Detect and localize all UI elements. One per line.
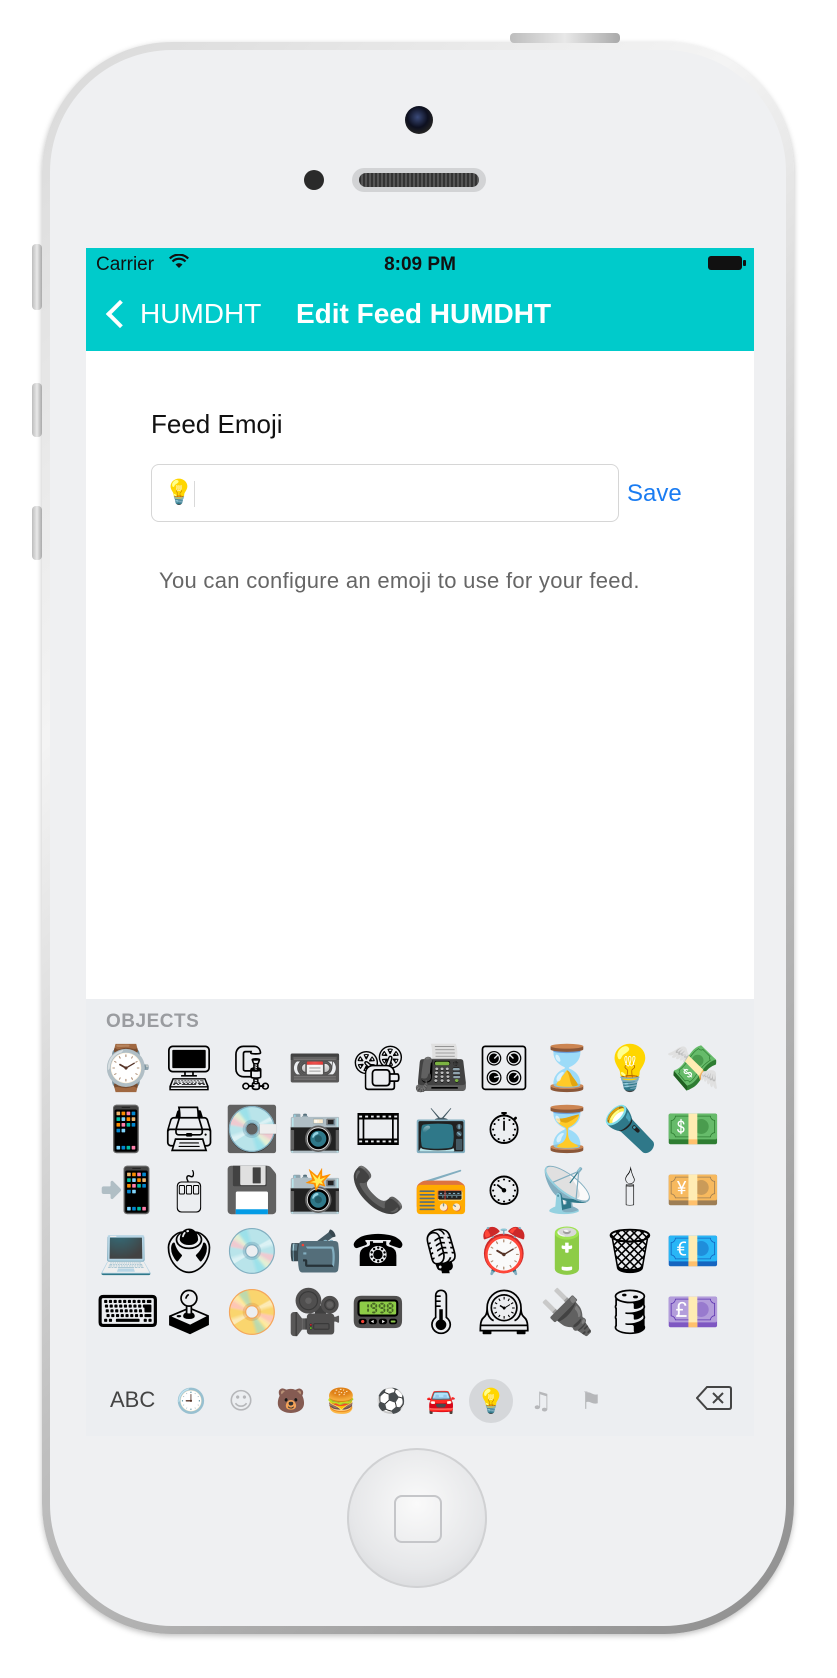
- battery-icon: [708, 256, 746, 270]
- emoji-key[interactable]: 📺: [411, 1100, 471, 1160]
- text-caret: [194, 481, 195, 507]
- emoji-key[interactable]: 🌡: [411, 1283, 471, 1343]
- chevron-left-icon: [105, 299, 135, 329]
- emoji-key[interactable]: 🔋: [537, 1222, 597, 1282]
- emoji-key[interactable]: 💴: [663, 1161, 723, 1221]
- emoji-field[interactable]: 💡: [151, 464, 619, 522]
- animals-icon[interactable]: 🐻: [269, 1379, 313, 1423]
- emoji-key[interactable]: 💶: [663, 1222, 723, 1282]
- emoji-key[interactable]: 🎞: [348, 1100, 408, 1160]
- emoji-key[interactable]: 💻: [96, 1222, 156, 1282]
- objects-icon[interactable]: 💡: [469, 1379, 513, 1423]
- emoji-key[interactable]: 🎛: [474, 1039, 534, 1099]
- page-title: Edit Feed HUMDHT: [296, 298, 552, 329]
- emoji-grid: ⌚ 🖥 🗜 📼 📽 📠 🎛 ⌛ 💡 💸 📱 🖨 💽 📷 🎞 📺 ⏱ ⏳ 🔦 💵 📲 🖱 💾 📸 📞 📻 ⏲ 📡 🕯 💴 💻 🖲 💿 📹 ☎ 🎙 ⏰ 🔋 🗑 💶…: [96, 1039, 754, 1367]
- feed-emoji-label: Feed Emoji: [151, 409, 283, 439]
- emoji-key[interactable]: 📠: [411, 1039, 471, 1099]
- recent-icon[interactable]: 🕘: [169, 1379, 213, 1423]
- emoji-key[interactable]: ⌚: [96, 1039, 156, 1099]
- emoji-key[interactable]: 🗑: [600, 1222, 660, 1282]
- emoji-key[interactable]: ⏰: [474, 1222, 534, 1282]
- volume-up-button: [32, 383, 42, 437]
- emoji-key[interactable]: 📱: [96, 1100, 156, 1160]
- screen: Carrier 8:09 PM HUMDHT Edit Feed HUMDHT …: [86, 248, 754, 1436]
- emoji-key[interactable]: 📸: [285, 1161, 345, 1221]
- front-camera: [405, 106, 433, 134]
- emoji-key[interactable]: 💵: [663, 1100, 723, 1160]
- earpiece-speaker: [352, 168, 486, 192]
- home-button[interactable]: [347, 1448, 487, 1588]
- emoji-key[interactable]: ⏱: [474, 1100, 534, 1160]
- emoji-key[interactable]: ⌛: [537, 1039, 597, 1099]
- hint-text: You can configure an emoji to use for yo…: [159, 568, 640, 593]
- emoji-key[interactable]: 💾: [222, 1161, 282, 1221]
- keyboard-category-bar: ABC 🕘 ☺ 🐻 🍔 ⚽ 🚘 💡 ♫ ⚑: [86, 1365, 754, 1436]
- keyboard-section-title: OBJECTS: [106, 1011, 200, 1032]
- emoji-key[interactable]: 📲: [96, 1161, 156, 1221]
- emoji-key[interactable]: 🕰: [474, 1283, 534, 1343]
- lightbulb-icon: 💡: [164, 479, 194, 506]
- emoji-key[interactable]: 📞: [348, 1161, 408, 1221]
- emoji-key[interactable]: ⏲: [474, 1161, 534, 1221]
- proximity-sensor: [304, 170, 324, 190]
- silent-switch: [32, 244, 42, 310]
- content-area: Feed Emoji 💡 Save You can configure an e…: [86, 351, 754, 999]
- emoji-key[interactable]: 📽: [348, 1039, 408, 1099]
- emoji-key[interactable]: ⌨: [96, 1283, 160, 1343]
- emoji-key[interactable]: 🕯: [600, 1161, 660, 1221]
- emoji-key[interactable]: 💡: [600, 1039, 660, 1099]
- emoji-input[interactable]: [202, 473, 606, 515]
- flags-icon[interactable]: ⚑: [569, 1379, 613, 1423]
- emoji-key[interactable]: 💿: [222, 1222, 282, 1282]
- emoji-key[interactable]: 🔌: [537, 1283, 597, 1343]
- emoji-key[interactable]: 🖥: [159, 1039, 219, 1099]
- emoji-key[interactable]: 🎙: [411, 1222, 471, 1282]
- emoji-keyboard: OBJECTS ⌚ 🖥 🗜 📼 📽 📠 🎛 ⌛ 💡 💸 📱 🖨 💽 📷 🎞 📺 ⏱ ⏳ 🔦 💵 📲 🖱 💾 📸 📞 📻 ⏲ 📡 🕯 💴 💻 🖲…: [86, 999, 754, 1436]
- symbols-icon[interactable]: ♫: [519, 1379, 563, 1423]
- smileys-icon[interactable]: ☺: [219, 1379, 263, 1423]
- emoji-key[interactable]: 📀: [222, 1283, 282, 1343]
- status-time: 8:09 PM: [384, 254, 456, 275]
- emoji-key[interactable]: 💷: [663, 1283, 723, 1343]
- emoji-key[interactable]: 🖨: [159, 1100, 219, 1160]
- navigation-bar: Carrier 8:09 PM HUMDHT Edit Feed HUMDHT: [86, 248, 754, 351]
- emoji-key[interactable]: ⏳: [537, 1100, 597, 1160]
- status-bar: Carrier 8:09 PM: [86, 248, 754, 278]
- emoji-key[interactable]: 💸: [663, 1039, 723, 1099]
- back-button-label: HUMDHT: [140, 298, 262, 329]
- emoji-key[interactable]: 📡: [537, 1161, 597, 1221]
- emoji-key[interactable]: 📻: [411, 1161, 471, 1221]
- emoji-key[interactable]: 📟: [348, 1283, 408, 1343]
- emoji-key[interactable]: 🔦: [600, 1100, 660, 1160]
- emoji-key[interactable]: 📷: [285, 1100, 345, 1160]
- emoji-key[interactable]: ☎: [348, 1222, 408, 1282]
- delete-key-icon[interactable]: [695, 1385, 732, 1411]
- power-button: [510, 33, 620, 43]
- emoji-key[interactable]: 🖱: [159, 1161, 219, 1221]
- abc-button[interactable]: ABC: [110, 1387, 155, 1413]
- emoji-key[interactable]: 🎥: [285, 1283, 345, 1343]
- travel-icon[interactable]: 🚘: [419, 1379, 463, 1423]
- emoji-key[interactable]: 💽: [222, 1100, 282, 1160]
- emoji-key[interactable]: 🛢: [600, 1283, 660, 1343]
- emoji-key[interactable]: 🗜: [222, 1039, 282, 1099]
- save-button[interactable]: Save: [627, 480, 682, 508]
- volume-down-button: [32, 506, 42, 560]
- emoji-key[interactable]: 🕹: [159, 1283, 219, 1343]
- back-button[interactable]: HUMDHT: [104, 294, 261, 334]
- activity-icon[interactable]: ⚽: [369, 1379, 413, 1423]
- food-icon[interactable]: 🍔: [319, 1379, 363, 1423]
- emoji-key[interactable]: 🖲: [159, 1222, 219, 1282]
- emoji-key[interactable]: 📹: [285, 1222, 345, 1282]
- emoji-key[interactable]: 📼: [285, 1039, 345, 1099]
